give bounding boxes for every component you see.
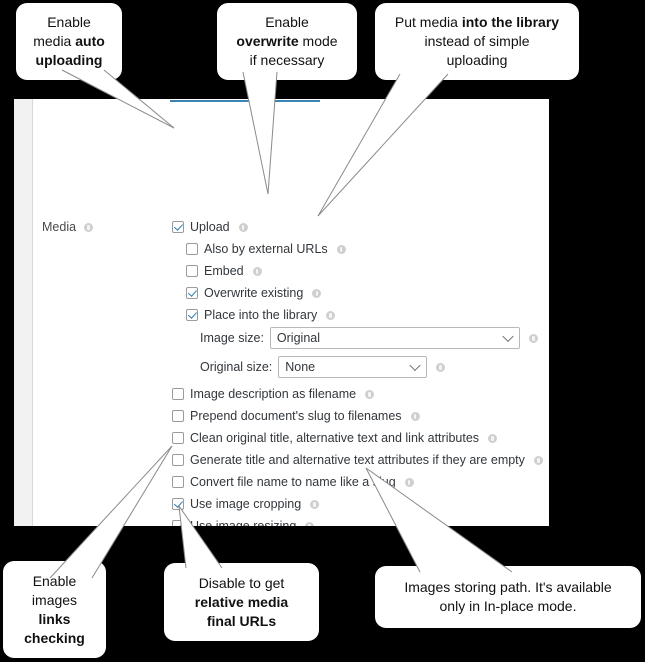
callout-relative-urls: Disable to get relative media final URLs (164, 563, 319, 641)
callout-storing-path: Images storing path. It's available only … (375, 566, 641, 628)
callout-links-checking: Enable images links checking (3, 561, 106, 658)
screenshot-stage: Media Media URL base Upload Also by exte… (0, 0, 645, 662)
callout-overwrite-mode: Enable overwrite mode if necessary (217, 3, 357, 80)
callout-auto-uploading: Enable media auto uploading (16, 3, 122, 80)
callout-into-the-library: Put media into the library instead of sim… (375, 3, 579, 80)
